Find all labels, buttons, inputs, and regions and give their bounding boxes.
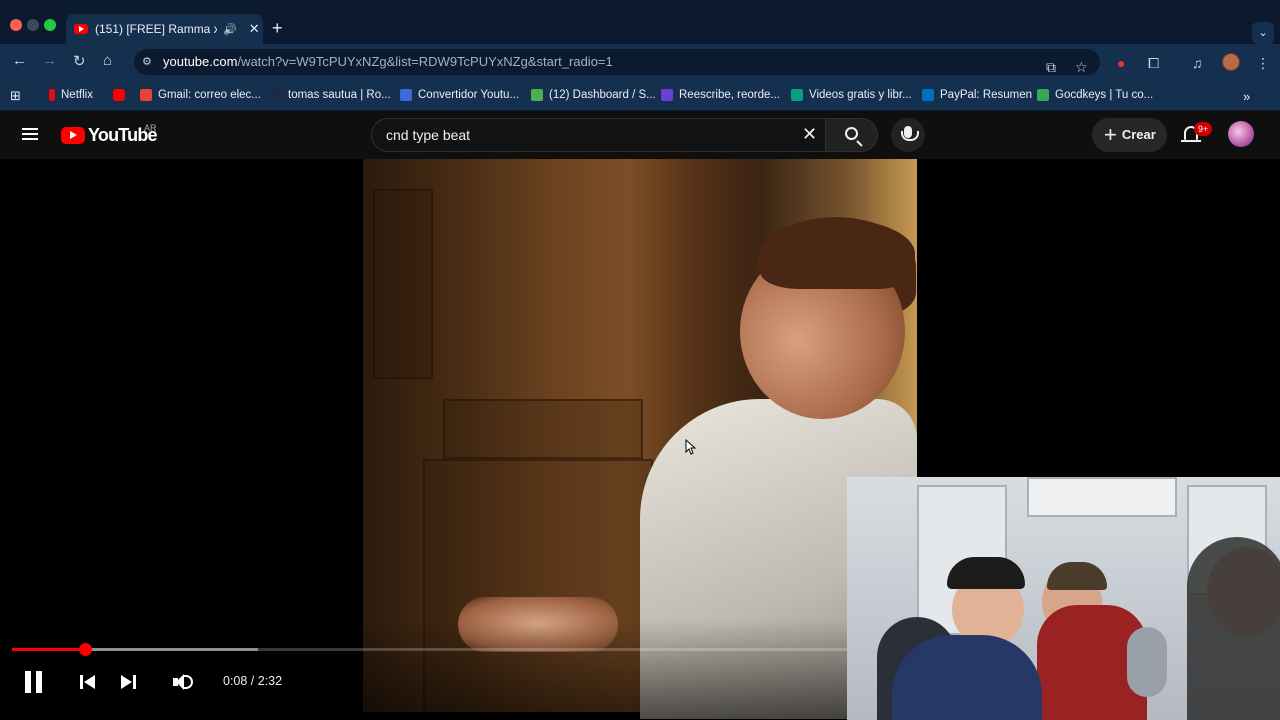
media-controls-icon[interactable]: ♫ (1192, 55, 1203, 71)
person-jacket (892, 635, 1042, 720)
next-button[interactable] (121, 674, 137, 690)
video-player[interactable]: 0:08 / 2:32 (0, 159, 1280, 720)
bookmark-label: Reescribe, reorde... (679, 89, 780, 101)
profile-avatar[interactable] (1222, 53, 1240, 71)
reload-icon[interactable]: ↻ (73, 52, 86, 70)
netflix-icon (49, 89, 55, 101)
time-display: 0:08 / 2:32 (223, 674, 283, 688)
acoustic-panel (1027, 477, 1177, 517)
cap (947, 557, 1025, 589)
create-button[interactable]: + Crear (1092, 118, 1167, 152)
menu-hamburger-icon[interactable] (22, 128, 38, 140)
voice-search-mic-icon[interactable] (891, 118, 925, 152)
back-arrow-icon[interactable]: ← (12, 52, 27, 69)
paypal-icon (922, 89, 934, 101)
search-input[interactable]: cnd type beat (371, 118, 826, 152)
apps-grid-icon[interactable]: ⊞ (10, 88, 21, 104)
progress-played (12, 648, 86, 651)
extension-red-icon[interactable]: ● (1117, 55, 1125, 71)
youtube-icon (113, 89, 125, 101)
extensions-puzzle-icon[interactable]: ⧠ (1148, 55, 1159, 72)
plus-icon: + (1104, 122, 1117, 147)
more-bookmarks-icon[interactable]: » (1243, 89, 1250, 104)
bookmark-roblox[interactable]: tomas sautua | Ro... (270, 89, 391, 101)
bookmark-paypal[interactable]: PayPal: Resumen (922, 89, 1032, 101)
microphone (1127, 627, 1167, 697)
wood-panel (373, 189, 433, 379)
person-hoodie (1187, 537, 1280, 720)
search-icon (845, 127, 858, 140)
bookmark-netflix[interactable]: Netflix (49, 89, 93, 101)
rewrite-icon (661, 89, 673, 101)
volume-icon[interactable] (173, 672, 193, 692)
create-label: Crear (1121, 127, 1156, 142)
speaker-icon[interactable]: 🔊 (223, 23, 237, 36)
gocdkeys-icon (1037, 89, 1049, 101)
video-person-hair-top (760, 219, 915, 289)
previous-button[interactable] (80, 674, 96, 690)
dashboard-icon (531, 89, 543, 101)
youtube-header: YouTube AR cnd type beat ✕ + Crear 9+ (0, 111, 1280, 159)
search-button[interactable] (825, 118, 878, 152)
maximize-window-button[interactable] (44, 19, 56, 31)
bookmark-label: Gmail: correo elec... (158, 89, 261, 101)
progress-bar[interactable] (12, 643, 847, 656)
bookmark-star-icon[interactable]: ☆ (1075, 54, 1088, 80)
browser-toolbar: ← → ↻ ⌂ ⚙ youtube.com/watch?v=W9TcPUYxNZ… (0, 44, 1280, 80)
bookmark-label: PayPal: Resumen (940, 89, 1033, 101)
close-window-button[interactable] (10, 19, 22, 31)
notification-badge: 9+ (1194, 122, 1213, 136)
bookmark-youtube[interactable] (113, 89, 131, 101)
minimize-window-button[interactable] (27, 19, 39, 31)
volume-wave (183, 675, 193, 689)
youtube-logo-icon[interactable] (61, 127, 85, 144)
bookmark-pexels[interactable]: Videos gratis y libr... (791, 89, 912, 101)
install-app-icon[interactable]: ⧉ (1046, 54, 1056, 80)
bookmark-gocdkeys[interactable]: Gocdkeys | Tu co... (1037, 89, 1153, 101)
bookmark-label: tomas sautua | Ro... (288, 89, 391, 101)
home-icon[interactable]: ⌂ (103, 52, 112, 69)
converter-icon (400, 89, 412, 101)
bookmark-label: Netflix (61, 89, 93, 101)
bookmark-convertidor[interactable]: Convertidor Youtu... (400, 89, 519, 101)
tab-title: (151) [FREE] Ramma x c n (95, 22, 217, 36)
bookmarks-bar: ⊞ Netflix Gmail: correo elec... tomas sa… (0, 80, 1280, 111)
window-top (0, 0, 1280, 8)
tab-active[interactable]: (151) [FREE] Ramma x c n 🔊 ✕ (66, 14, 263, 44)
youtube-favicon-icon (74, 24, 88, 34)
controls-gradient (0, 619, 847, 720)
site-settings-icon[interactable]: ⚙ (142, 55, 156, 69)
bookmark-dashboard[interactable]: (12) Dashboard / S... (531, 89, 656, 101)
pexels-icon (791, 89, 803, 101)
url-host: youtube.com (163, 54, 238, 69)
tab-close-icon[interactable]: ✕ (249, 21, 260, 37)
bookmark-reescribe[interactable]: Reescribe, reorde... (661, 89, 780, 101)
roblox-icon (270, 89, 282, 101)
bookmark-gmail[interactable]: Gmail: correo elec... (140, 89, 261, 101)
pause-button[interactable] (25, 671, 43, 693)
bookmark-label: (12) Dashboard / S... (549, 89, 656, 101)
bookmark-label: Gocdkeys | Tu co... (1055, 89, 1154, 101)
bookmark-label: Videos gratis y libr... (809, 89, 912, 101)
person-hair (1047, 562, 1107, 590)
webcam-overlay (847, 477, 1280, 720)
new-tab-button[interactable]: + (272, 19, 283, 37)
chrome-menu-icon[interactable]: ⋮ (1256, 55, 1270, 72)
tab-search-button[interactable]: ⌄ (1252, 22, 1274, 44)
forward-arrow-icon[interactable]: → (42, 52, 57, 69)
address-bar[interactable]: ⚙ youtube.com/watch?v=W9TcPUYxNZg&list=R… (134, 49, 1100, 75)
clear-search-icon[interactable]: ✕ (802, 124, 817, 144)
wood-panel (443, 399, 643, 459)
account-avatar[interactable] (1228, 121, 1254, 147)
tab-bar: (151) [FREE] Ramma x c n 🔊 ✕ + ⌄ (0, 8, 1280, 44)
gmail-icon (140, 89, 152, 101)
bookmark-label: Convertidor Youtu... (418, 89, 520, 101)
url-path: /watch?v=W9TcPUYxNZg&list=RDW9TcPUYxNZg&… (237, 54, 613, 69)
country-code: AR (144, 123, 157, 133)
